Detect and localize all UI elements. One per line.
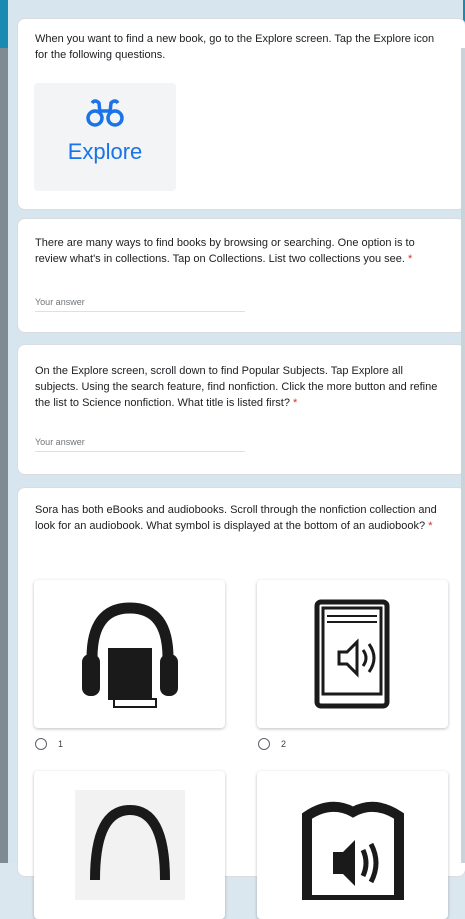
option-2-image[interactable] — [257, 580, 448, 728]
option-1-radio[interactable] — [35, 738, 47, 750]
nonfiction-question-card: On the Explore screen, scroll down to fi… — [17, 344, 465, 475]
explore-label: Explore — [67, 139, 143, 164]
question-text: There are many ways to find books by bro… — [35, 237, 415, 265]
collections-question-card: There are many ways to find books by bro… — [17, 218, 465, 333]
open-book-speaker-icon — [301, 801, 404, 900]
explore-image: Explore — [34, 83, 176, 191]
answer-input[interactable]: Your answer — [35, 293, 245, 312]
question-text: Sora has both eBooks and audiobooks. Scr… — [35, 504, 437, 532]
option-2-radio[interactable] — [258, 738, 270, 750]
headphones-outline-icon — [74, 790, 185, 900]
audiobook-question-card: Sora has both eBooks and audiobooks. Scr… — [17, 487, 465, 919]
left-edge — [0, 48, 8, 863]
answer-input[interactable]: Your answer — [35, 433, 245, 452]
option-1-image[interactable] — [34, 580, 225, 728]
book-speaker-icon — [314, 599, 389, 709]
question-text: On the Explore screen, scroll down to fi… — [35, 365, 438, 409]
headphones-book-icon — [81, 602, 178, 708]
form-content: When you want to find a new book, go to … — [8, 0, 465, 919]
required-asterisk: * — [293, 397, 298, 409]
option-1-label: 1 — [58, 739, 64, 749]
right-edge — [461, 48, 465, 863]
required-asterisk: * — [428, 520, 433, 532]
required-asterisk: * — [408, 253, 413, 265]
explore-intro-card: When you want to find a new book, go to … — [17, 18, 465, 210]
binoculars-icon — [86, 99, 124, 127]
option-3-image[interactable] — [34, 771, 225, 919]
option-2-label: 2 — [281, 739, 287, 749]
intro-text: When you want to find a new book, go to … — [35, 33, 435, 61]
option-4-image[interactable] — [257, 771, 448, 919]
